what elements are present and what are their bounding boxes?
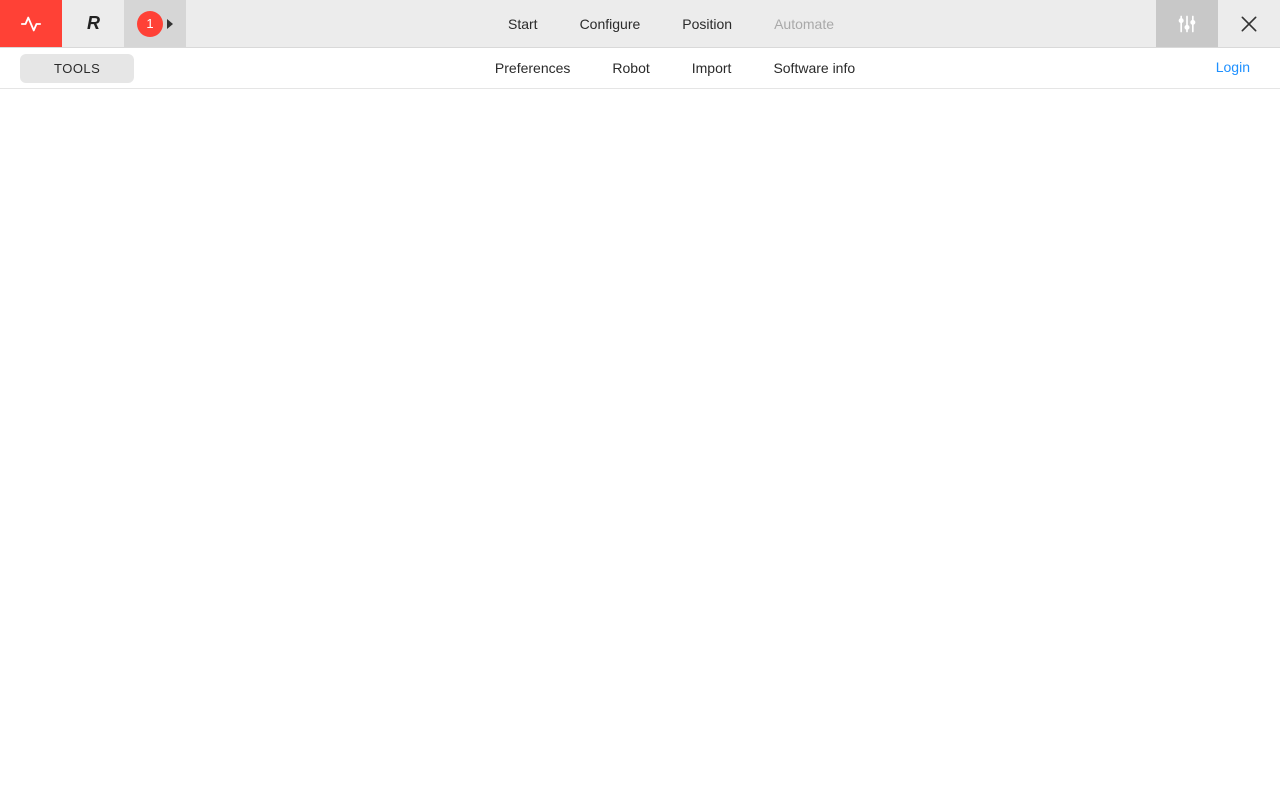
brand-text: R	[87, 13, 99, 34]
subnav-preferences[interactable]: Preferences	[495, 60, 570, 76]
nav-position[interactable]: Position	[682, 16, 732, 32]
tools-label: TOOLS	[54, 61, 100, 76]
pulse-icon	[20, 13, 42, 35]
nav-start[interactable]: Start	[508, 16, 538, 32]
settings-button[interactable]	[1156, 0, 1218, 47]
subbar-nav: Preferences Robot Import Software info	[134, 60, 1215, 76]
subbar: TOOLS Preferences Robot Import Software …	[0, 48, 1280, 89]
main-content	[0, 89, 1280, 800]
subnav-robot[interactable]: Robot	[612, 60, 649, 76]
brand-button[interactable]: R	[62, 0, 124, 47]
status-button[interactable]	[0, 0, 62, 47]
chevron-right-icon	[167, 19, 173, 29]
login-link[interactable]: Login	[1216, 59, 1260, 75]
subbar-right: Login	[1216, 59, 1260, 77]
subnav-software-info[interactable]: Software info	[773, 60, 855, 76]
sliders-icon	[1177, 14, 1197, 34]
notification-count: 1	[146, 16, 153, 31]
subnav-import[interactable]: Import	[692, 60, 732, 76]
topbar: R 1 Start Configure Position Automate	[0, 0, 1280, 48]
nav-configure[interactable]: Configure	[580, 16, 641, 32]
notification-button[interactable]: 1	[124, 0, 186, 47]
close-icon	[1239, 14, 1259, 34]
topbar-nav: Start Configure Position Automate	[186, 0, 1156, 47]
notification-badge: 1	[137, 11, 163, 37]
topbar-right-group	[1156, 0, 1280, 47]
topbar-left-group: R 1	[0, 0, 186, 47]
nav-automate: Automate	[774, 16, 834, 32]
tools-button[interactable]: TOOLS	[20, 54, 134, 83]
close-button[interactable]	[1218, 0, 1280, 47]
